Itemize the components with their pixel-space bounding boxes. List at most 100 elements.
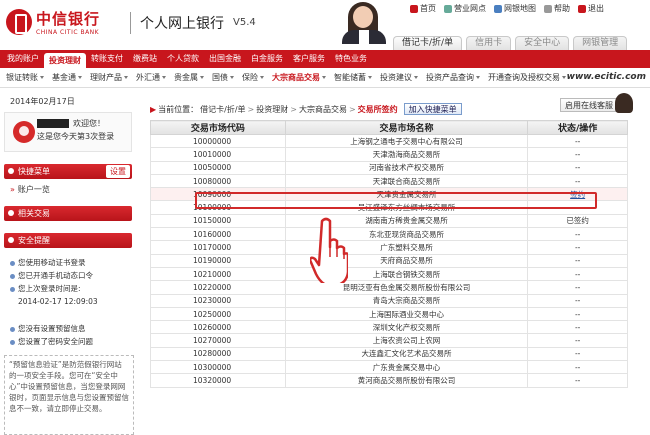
market-status: -- <box>527 173 628 189</box>
table-row: 10220000 昆明泛亚有色金属交易所股份有限公司 -- <box>150 280 628 295</box>
table-row: 10250000 上海国际酒业交易中心 -- <box>150 306 628 322</box>
settings-button[interactable]: 设置 <box>106 165 130 178</box>
security-question-link[interactable]: 您设置了密码安全问题 <box>10 336 93 347</box>
market-name: 上海国际酒业交易中心 <box>284 306 529 322</box>
subnav-securities[interactable]: 银证转账 <box>2 72 48 83</box>
home-link[interactable]: 首页 <box>410 3 436 14</box>
table-row: 10260000 深圳文化产权交易所 -- <box>150 320 628 335</box>
online-service-button[interactable]: 启用在线客服 <box>560 93 633 113</box>
table-row: 10190000 天府商品交易所 -- <box>150 253 628 268</box>
welcome-panel: 欢迎您！ 这是您今天第3次登录 <box>4 112 132 152</box>
nav-investment[interactable]: 投资理财 <box>44 53 86 68</box>
subnav-advice[interactable]: 投资建议 <box>376 72 422 83</box>
col-name: 交易市场名称 <box>284 120 529 135</box>
market-code: 10100000 <box>150 200 286 215</box>
market-status: -- <box>527 133 628 149</box>
map-link[interactable]: 网银地图 <box>494 3 536 14</box>
chevron-down-icon <box>200 76 204 79</box>
logout-icon <box>578 4 586 13</box>
crumb-investment[interactable]: 投资理财 <box>256 104 288 115</box>
nav-my-account[interactable]: 我的账户 <box>2 50 44 68</box>
account-overview-link[interactable]: 账户一览 <box>10 184 50 195</box>
apple-icon <box>13 121 35 143</box>
sec-item-cert: 您使用移动证书登录 <box>10 257 86 268</box>
table-row: 10230000 青岛大宗商品交易所 -- <box>150 293 628 308</box>
logo-en: CHINA CITIC BANK <box>36 29 100 36</box>
chevron-down-icon <box>162 76 166 79</box>
market-status: -- <box>527 360 628 375</box>
crumb-arrow-icon: ▶ <box>150 104 157 114</box>
logo-cn: 中信银行 <box>36 10 101 28</box>
market-name: 深圳文化产权交易所 <box>284 320 529 335</box>
reserved-info-link[interactable]: 您没有设置预留信息 <box>10 323 86 334</box>
market-name: 黄河商品交易所股份有限公司 <box>284 373 529 388</box>
quick-menu-header[interactable]: 快捷菜单 设置 <box>4 164 132 179</box>
market-status: -- <box>527 227 628 242</box>
market-name: 青岛大宗商品交易所 <box>284 293 529 308</box>
chevron-down-icon <box>260 76 264 79</box>
market-code: 10210000 <box>150 266 286 282</box>
subnav-forex[interactable]: 外汇通 <box>132 72 170 83</box>
tab-security-center[interactable]: 安全中心 <box>515 36 570 50</box>
nav-platinum[interactable]: 白金服务 <box>246 50 288 68</box>
nav-overseas[interactable]: 出国金融 <box>204 50 246 68</box>
market-status: -- <box>527 280 628 295</box>
market-status: 签约 <box>527 187 628 202</box>
table-row: 10080000 天津联合商品交易所 -- <box>150 173 628 189</box>
nav-special[interactable]: 特色业务 <box>330 50 372 68</box>
nav-transfer[interactable]: 转账支付 <box>86 50 128 68</box>
crumb-commodity[interactable]: 大宗商品交易 <box>299 104 347 115</box>
nav-service[interactable]: 客户服务 <box>288 50 330 68</box>
crumb-debit[interactable]: 借记卡/折/单 <box>200 104 245 115</box>
header-divider <box>130 12 131 34</box>
chevron-down-icon <box>40 76 44 79</box>
tab-credit-card[interactable]: 信用卡 <box>466 36 512 50</box>
map-icon <box>494 4 502 13</box>
market-code: 10080000 <box>150 173 286 189</box>
market-status: -- <box>527 293 628 308</box>
subnav-smart-saving[interactable]: 智能储蓄 <box>330 72 376 83</box>
nav-payment[interactable]: 缴费站 <box>128 50 162 68</box>
market-code: 10150000 <box>150 213 286 229</box>
market-name: 上海农资公司上农网 <box>284 333 529 348</box>
subnav-product-query[interactable]: 投资产品查询 <box>422 72 484 83</box>
branches-link[interactable]: 营业网点 <box>444 3 486 14</box>
citic-logo-icon <box>6 9 32 35</box>
home-icon <box>410 4 418 13</box>
nav-loan[interactable]: 个人贷款 <box>162 50 204 68</box>
market-code: 10250000 <box>150 306 286 322</box>
market-status: -- <box>527 240 628 255</box>
logout-link[interactable]: 退出 <box>578 3 604 14</box>
building-icon <box>444 4 452 13</box>
subnav-metal[interactable]: 贵金属 <box>170 72 208 83</box>
subnav-wealth[interactable]: 理财产品 <box>86 72 132 83</box>
current-date: 2014年02月17日 <box>10 97 75 106</box>
exchange-table: 交易市场代码 交易市场名称 状态/操作 10000000 上海钢之通电子交易中心有… <box>150 120 628 388</box>
last-login-time: 2014-02-17 12:09:03 <box>18 297 98 306</box>
sign-contract-link[interactable]: 签约 <box>570 190 585 199</box>
tab-debit-card[interactable]: 借记卡/折/单 <box>393 36 463 50</box>
help-icon <box>544 4 552 13</box>
tab-ebank-management[interactable]: 网银管理 <box>573 36 628 50</box>
bank-logo[interactable]: 中信银行 CHINA CITIC BANK <box>6 8 100 36</box>
top-links: 首页 营业网点 网银地图 帮助 退出 <box>410 3 604 14</box>
subnav-fund[interactable]: 基金通 <box>48 72 86 83</box>
system-title: 个人网上银行 <box>140 16 224 32</box>
table-row: 10160000 东北亚现货商品交易所 -- <box>150 227 628 242</box>
table-row: 10050000 河南省技术产权交易所 -- <box>150 160 628 175</box>
market-name: 天津联合商品交易所 <box>284 173 529 189</box>
help-link[interactable]: 帮助 <box>544 3 570 14</box>
add-quick-menu-button[interactable]: 加入快捷菜单 <box>403 103 462 115</box>
subnav-authorization[interactable]: 开通查询及授权交易 <box>484 72 570 83</box>
subnav-bond[interactable]: 国债 <box>208 72 238 83</box>
subnav-insurance[interactable]: 保险 <box>238 72 268 83</box>
system-version: V5.4 <box>233 17 256 28</box>
security-reminder-header[interactable]: 安全提醒 <box>4 233 132 248</box>
table-row: 10000000 上海钢之通电子交易中心有限公司 -- <box>150 133 628 149</box>
chevron-down-icon <box>368 76 372 79</box>
masked-username <box>37 119 69 128</box>
related-trade-header[interactable]: 相关交易 <box>4 206 132 221</box>
market-status: -- <box>527 253 628 268</box>
reserved-info-notice: “预留信息验证”是防范假银行网站的一项安全手段。您可在“安全中心”中设置预留信息… <box>4 355 134 435</box>
subnav-commodity[interactable]: 大宗商品交易 <box>268 72 330 83</box>
